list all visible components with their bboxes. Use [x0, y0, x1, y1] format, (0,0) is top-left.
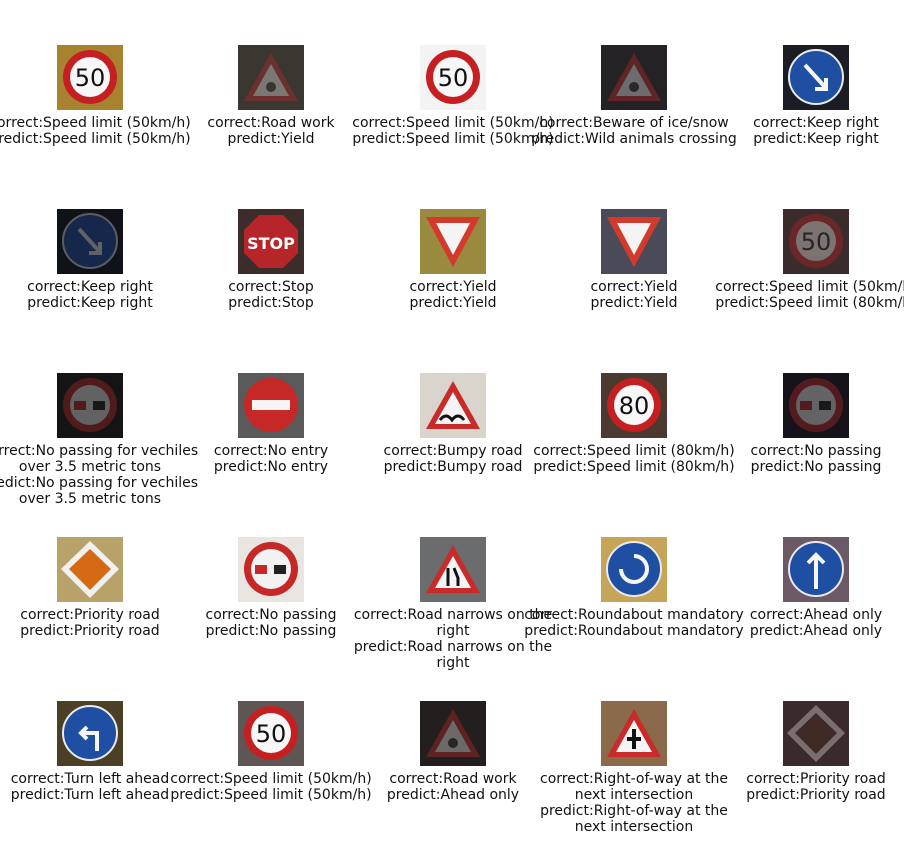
speed-limit-50-sign-image: 50: [420, 45, 486, 110]
ice-snow-sign-dark-image: [601, 45, 667, 110]
correct-label: correct:Ahead only: [749, 607, 883, 623]
ahead-only-sign-image: [783, 537, 849, 602]
no-passing-sign-image: [238, 537, 304, 602]
prediction-caption: correct:Speed limit (50km/h) predict:Spee…: [706, 279, 904, 311]
predict-label: predict:Right-of-way at the next interse…: [540, 803, 728, 835]
priority-road-sign-dark-image: [783, 701, 849, 766]
speed-limit-50-sign-image: 50: [238, 701, 304, 766]
roundabout-sign-image: [601, 537, 667, 602]
prediction-grid: 50 correct:Speed limit (50km/h) predict:Sp…: [0, 0, 904, 853]
turn-left-sign-image: [57, 701, 123, 766]
svg-text:50: 50: [801, 228, 832, 256]
correct-label: correct:No passing: [750, 443, 882, 459]
stop-sign-image: STOP: [238, 209, 304, 274]
speed-limit-50-sign-dark-image: 50: [783, 209, 849, 274]
svg-text:50: 50: [75, 64, 106, 92]
prediction-caption: correct:Priority road predict:Priority ro…: [706, 771, 904, 803]
road-narrows-sign-image: [420, 537, 486, 602]
keep-right-sign-dark-image: [57, 209, 123, 274]
predict-label: predict:Ahead only: [749, 623, 883, 639]
svg-text:50: 50: [256, 720, 287, 748]
svg-text:STOP: STOP: [247, 234, 295, 253]
predict-label: predict:Speed limit (80km/h): [715, 295, 904, 311]
speed-limit-50-sign-image: 50: [57, 45, 123, 110]
priority-road-sign-image: [57, 537, 123, 602]
prediction-caption: correct:Keep right predict:Keep right: [706, 115, 904, 147]
speed-limit-80-sign-image: 80: [601, 373, 667, 438]
predict-label: predict:Priority road: [746, 787, 886, 803]
keep-right-sign-image: [783, 45, 849, 110]
correct-label: correct:Speed limit (50km/h): [715, 279, 904, 295]
correct-label: correct:Priority road: [746, 771, 886, 787]
bumpy-road-sign-image: [420, 373, 486, 438]
yield-sign-image: [601, 209, 667, 274]
prediction-caption: correct:Ahead only predict:Ahead only: [706, 607, 904, 639]
no-passing-sign-dark-image: [783, 373, 849, 438]
svg-text:80: 80: [619, 392, 650, 420]
no-passing-trucks-sign-dark-image: [57, 373, 123, 438]
predict-label: predict:No passing for vechiles over 3.5…: [0, 475, 199, 507]
prediction-caption: correct:No passing predict:No passing: [706, 443, 904, 475]
predict-label: predict:No passing: [750, 459, 882, 475]
right-of-way-sign-image: [601, 701, 667, 766]
predict-label: predict:Road narrows on the right: [353, 639, 553, 671]
correct-label: correct:Keep right: [753, 115, 879, 131]
no-entry-sign-image: [238, 373, 304, 438]
svg-text:50: 50: [438, 64, 469, 92]
road-work-sign-dark-image: [420, 701, 486, 766]
road-work-sign-dark-image: [238, 45, 304, 110]
predict-label: predict:Keep right: [753, 131, 879, 147]
yield-sign-image: [420, 209, 486, 274]
